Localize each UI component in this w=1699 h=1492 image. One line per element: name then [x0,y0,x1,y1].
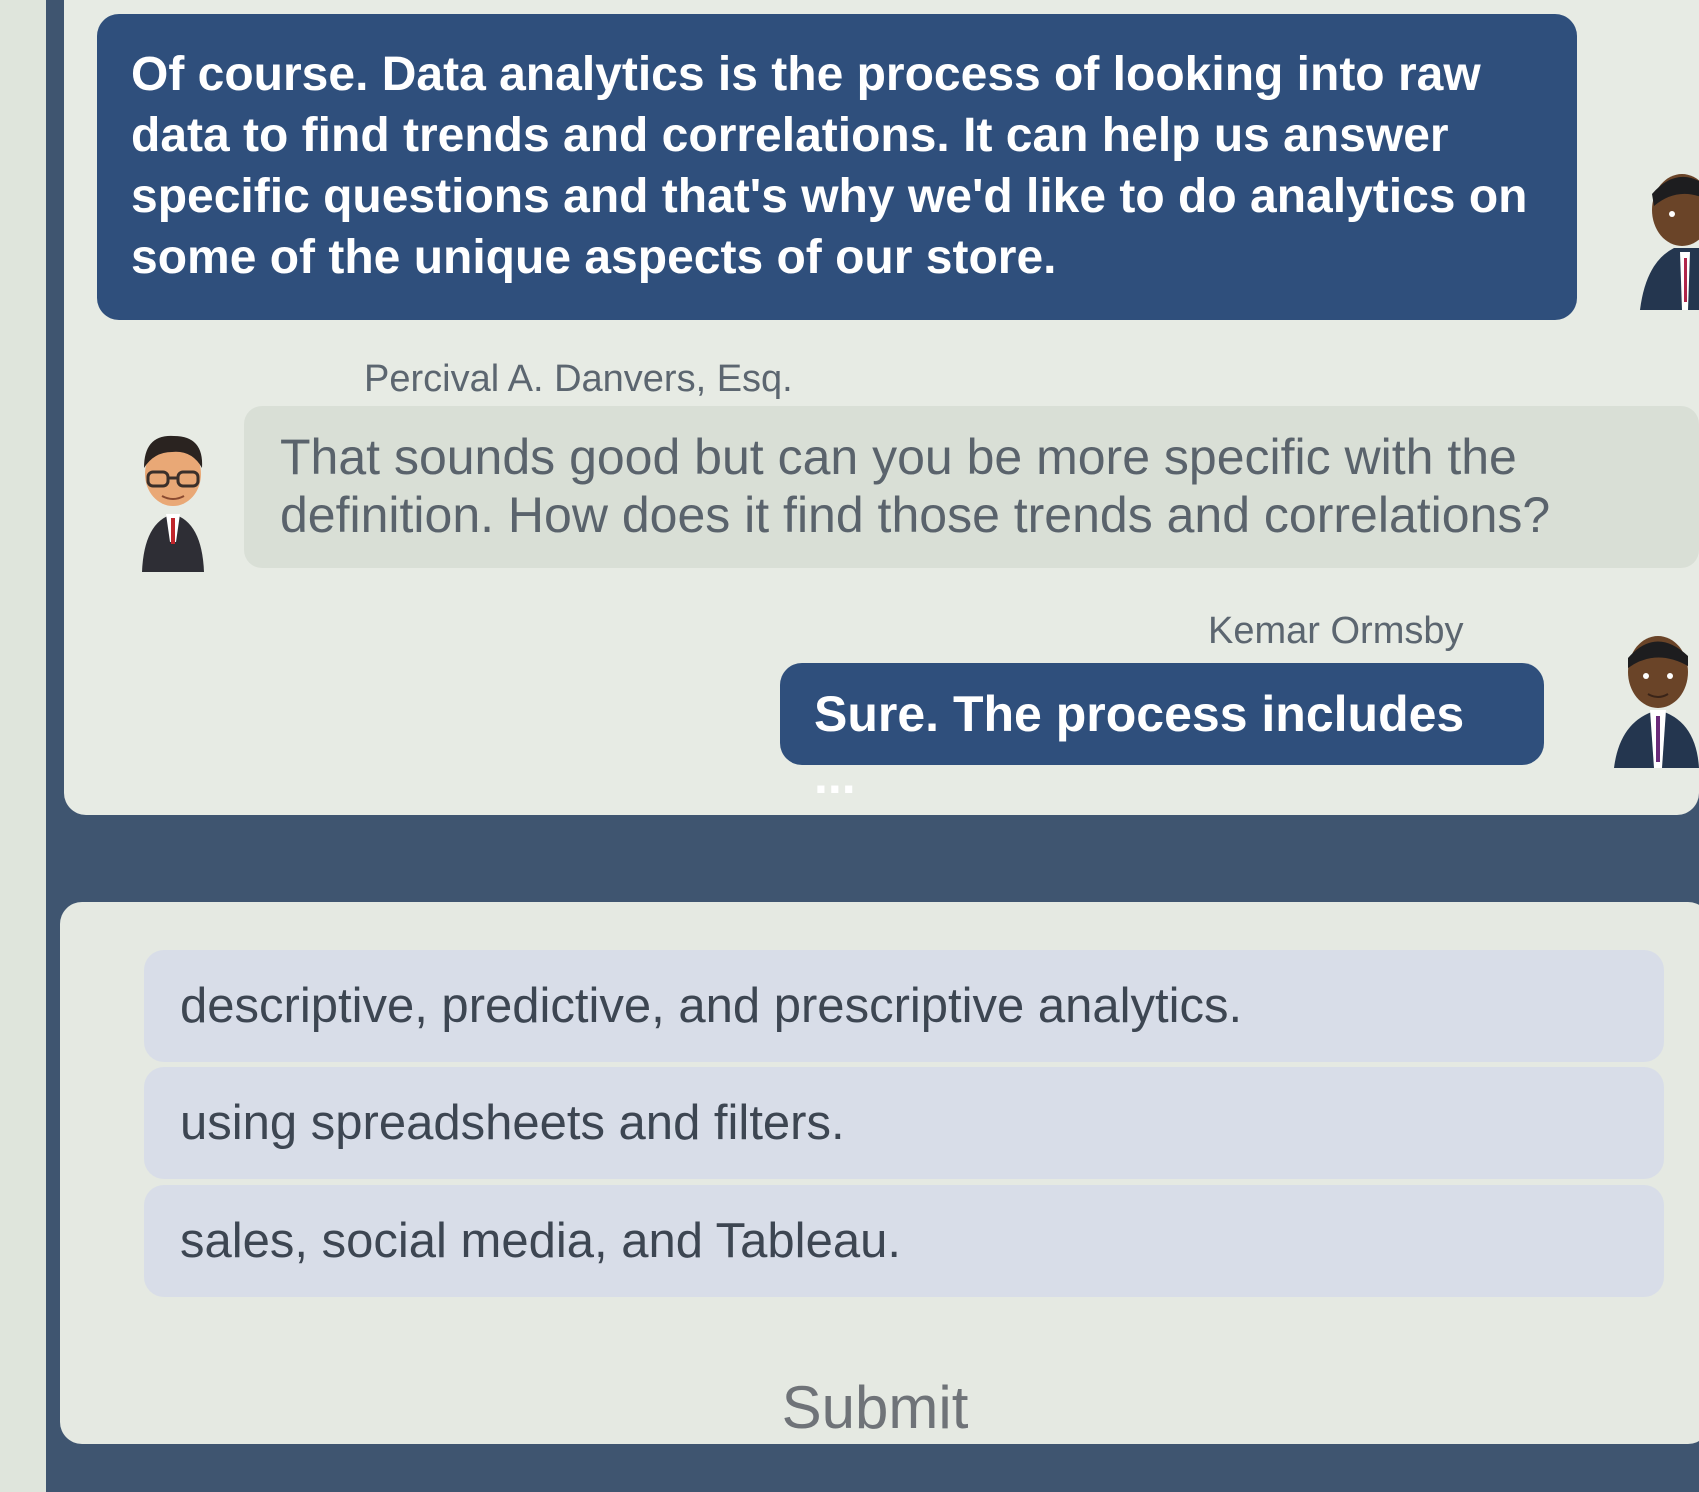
answer-option-1[interactable]: descriptive, predictive, and prescriptiv… [144,950,1664,1062]
message-text: That sounds good but can you be more spe… [280,429,1551,543]
speaker-name: Kemar Ormsby [1208,610,1464,652]
message-bubble-kemar-1: Of course. Data analytics is the process… [97,14,1577,320]
left-margin [0,0,46,1492]
answer-option-2[interactable]: using spreadsheets and filters. [144,1067,1664,1179]
submit-button[interactable]: Submit [680,1362,1070,1452]
kemar-avatar-icon [1614,636,1699,768]
answer-option-3[interactable]: sales, social media, and Tableau. [144,1185,1664,1297]
answer-option-label: using spreadsheets and filters. [180,1096,845,1150]
speaker-name: Percival A. Danvers, Esq. [364,358,793,400]
message-text: Of course. Data analytics is the process… [131,48,1528,284]
answer-option-label: sales, social media, and Tableau. [180,1214,901,1268]
kemar-avatar-icon [1640,174,1699,310]
submit-button-label: Submit [781,1373,969,1441]
percival-avatar-icon [142,435,204,572]
message-bubble-kemar-2: Sure. The process includes ... [780,663,1544,804]
answer-option-label: descriptive, predictive, and prescriptiv… [180,979,1243,1033]
message-bubble-percival: That sounds good but can you be more spe… [244,406,1699,568]
